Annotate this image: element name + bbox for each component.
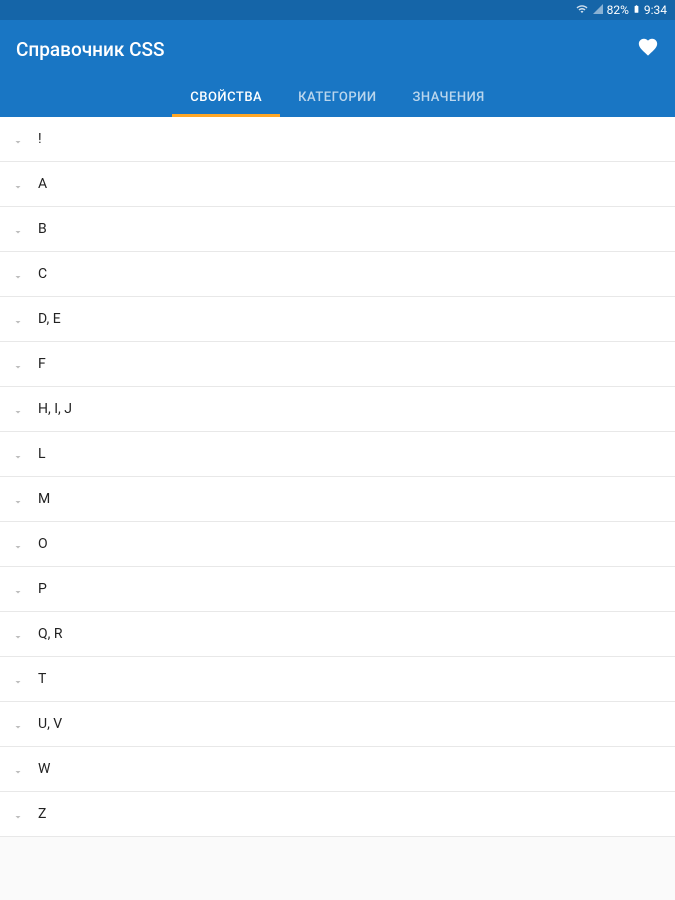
tabs: СВОЙСТВАКАТЕГОРИИЗНАЧЕНИЯ	[16, 78, 659, 117]
chevron-down-icon	[12, 223, 24, 235]
list-item[interactable]: D, E	[0, 297, 675, 342]
property-list: ! A B C D, E F H, I, J L M O P Q, R T U, V W Z	[0, 117, 675, 837]
list-item[interactable]: F	[0, 342, 675, 387]
chevron-down-icon	[12, 133, 24, 145]
list-item-label: B	[38, 221, 47, 237]
battery-percent: 82%	[607, 3, 629, 17]
list-item-label: T	[38, 671, 46, 687]
list-item[interactable]: P	[0, 567, 675, 612]
list-item[interactable]: T	[0, 657, 675, 702]
list-item[interactable]: H, I, J	[0, 387, 675, 432]
list-item[interactable]: C	[0, 252, 675, 297]
chevron-down-icon	[12, 808, 24, 820]
chevron-down-icon	[12, 673, 24, 685]
list-item-label: W	[38, 761, 50, 777]
app-bar-top: Справочник CSS	[16, 36, 659, 62]
chevron-down-icon	[12, 493, 24, 505]
chevron-down-icon	[12, 358, 24, 370]
list-item-label: O	[38, 536, 48, 552]
list-item-label: F	[38, 356, 46, 372]
heart-icon	[637, 36, 659, 58]
chevron-down-icon	[12, 313, 24, 325]
chevron-down-icon	[12, 538, 24, 550]
list-item[interactable]: Z	[0, 792, 675, 837]
list-item[interactable]: !	[0, 117, 675, 162]
tab-0[interactable]: СВОЙСТВА	[172, 78, 280, 117]
chevron-down-icon	[12, 628, 24, 640]
list-item[interactable]: Q, R	[0, 612, 675, 657]
list-item[interactable]: L	[0, 432, 675, 477]
status-icons: 82% 9:34	[575, 2, 667, 19]
list-item-label: P	[38, 581, 47, 597]
list-item[interactable]: M	[0, 477, 675, 522]
status-bar: 82% 9:34	[0, 0, 675, 20]
list-item[interactable]: A	[0, 162, 675, 207]
list-item-label: L	[38, 446, 46, 462]
chevron-down-icon	[12, 403, 24, 415]
list-item-label: M	[38, 491, 50, 507]
list-item-label: U, V	[38, 716, 62, 732]
list-item[interactable]: W	[0, 747, 675, 792]
list-item[interactable]: U, V	[0, 702, 675, 747]
list-item[interactable]: B	[0, 207, 675, 252]
favorite-button[interactable]	[637, 36, 659, 62]
list-item-label: C	[38, 266, 47, 282]
list-item[interactable]: O	[0, 522, 675, 567]
wifi-icon	[575, 3, 589, 18]
page-title: Справочник CSS	[16, 38, 165, 61]
list-item-label: H, I, J	[38, 401, 72, 417]
battery-icon	[632, 2, 641, 19]
chevron-down-icon	[12, 763, 24, 775]
chevron-down-icon	[12, 268, 24, 280]
clock-time: 9:34	[644, 3, 667, 17]
chevron-down-icon	[12, 448, 24, 460]
list-item-label: Z	[38, 806, 46, 822]
tab-1[interactable]: КАТЕГОРИИ	[280, 78, 394, 117]
signal-icon	[592, 3, 604, 18]
list-item-label: !	[38, 131, 42, 147]
list-item-label: A	[38, 176, 47, 192]
list-item-label: Q, R	[38, 626, 63, 642]
chevron-down-icon	[12, 583, 24, 595]
chevron-down-icon	[12, 718, 24, 730]
app-bar: Справочник CSS СВОЙСТВАКАТЕГОРИИЗНАЧЕНИЯ	[0, 20, 675, 117]
chevron-down-icon	[12, 178, 24, 190]
tab-2[interactable]: ЗНАЧЕНИЯ	[395, 78, 503, 117]
list-item-label: D, E	[38, 311, 61, 327]
